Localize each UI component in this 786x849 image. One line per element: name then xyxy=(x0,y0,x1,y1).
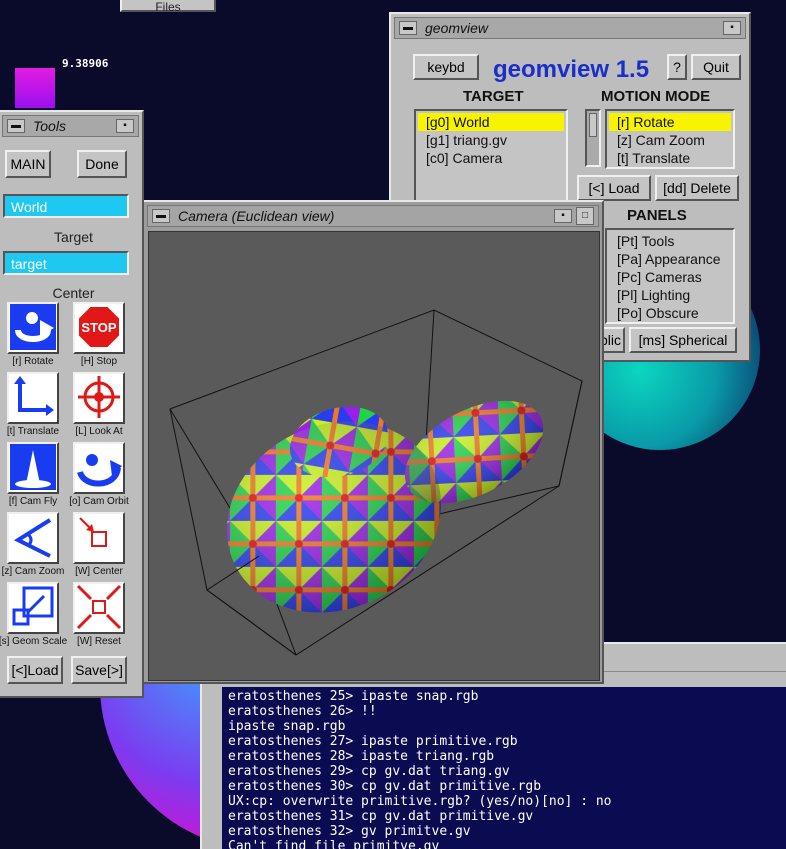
target-label: Target xyxy=(54,229,93,245)
main-button[interactable]: MAIN xyxy=(5,150,51,178)
motion-item-translate[interactable]: [t] Translate xyxy=(609,149,731,167)
icon-caption: [o] Cam Orbit xyxy=(69,496,129,507)
panels-list[interactable]: [Pt] Tools [Pa] Appearance [Pc] Cameras … xyxy=(605,228,735,324)
rotate-icon xyxy=(10,303,56,353)
terminal-line: eratosthenes 29> cp gv.dat triang.gv xyxy=(228,764,510,779)
target-item-world[interactable]: [g0] World xyxy=(418,113,564,131)
delete-button[interactable]: [dd] Delete xyxy=(655,175,739,201)
center-icon xyxy=(76,514,122,563)
icon-caption: [z] Cam Zoom xyxy=(1,566,65,577)
minimize-icon[interactable]: ▪ xyxy=(116,119,134,133)
target-item-camera[interactable]: [c0] Camera xyxy=(418,149,564,167)
terminal-line: eratosthenes 32> gv primitve.gv xyxy=(228,824,471,839)
geom-scale-button[interactable] xyxy=(7,582,59,634)
cam-fly-icon xyxy=(10,443,56,493)
maximize-icon[interactable]: □ xyxy=(576,207,594,225)
tools-titlebar[interactable]: ▬ Tools ▪ xyxy=(2,115,139,137)
geomview-titlebar[interactable]: ▬ geomview ▪ xyxy=(394,17,746,39)
motion-item-rotate[interactable]: [r] Rotate xyxy=(609,113,731,131)
motion-mode-list[interactable]: [r] Rotate [z] Cam Zoom [t] Translate xyxy=(605,109,735,169)
window-menu-icon[interactable]: ▬ xyxy=(152,209,170,223)
tools-window: ▬ Tools ▪ MAIN Done World Target target … xyxy=(0,110,144,698)
terminal-line: eratosthenes 27> ipaste primitive.rgb xyxy=(228,734,518,749)
terminal-line: eratosthenes 31> cp gv.dat primitive.gv xyxy=(228,809,534,824)
terminal-line: ipaste snap.rgb xyxy=(228,719,346,734)
terminal-line: eratosthenes 30> cp gv.dat primitive.rgb xyxy=(228,779,542,794)
icon-caption: [t] Translate xyxy=(6,426,60,437)
motion-mode-header: MOTION MODE xyxy=(601,88,711,105)
load-button[interactable]: [<] Load xyxy=(577,175,651,201)
window-menu-icon[interactable]: ▬ xyxy=(7,119,25,133)
target-list[interactable]: [g0] World [g1] triang.gv [c0] Camera xyxy=(414,109,568,202)
center-field[interactable]: World xyxy=(3,194,129,218)
target-header: TARGET xyxy=(463,88,524,105)
keybd-button[interactable]: keybd xyxy=(413,54,479,80)
icon-caption: [s] Geom Scale xyxy=(0,636,68,647)
icon-caption: [H] Stop xyxy=(80,356,118,367)
color-swatch xyxy=(15,68,55,108)
motion-scrollbar[interactable] xyxy=(585,109,601,167)
files-button[interactable]: Files xyxy=(120,0,216,14)
reset-button[interactable] xyxy=(73,582,125,634)
icon-caption: [W] Center xyxy=(75,566,123,577)
cam-zoom-button[interactable] xyxy=(7,512,59,564)
look-at-icon xyxy=(76,374,122,423)
panel-item-obscure[interactable]: [Po] Obscure xyxy=(609,304,731,322)
camera-titlebar[interactable]: ▬ Camera (Euclidean view) ▪ □ xyxy=(147,205,599,227)
geom-scale-icon xyxy=(10,584,56,633)
quit-button[interactable]: Quit xyxy=(691,54,741,80)
window-title: geomview xyxy=(425,20,489,36)
terminal-line: eratosthenes 28> ipaste triang.rgb xyxy=(228,749,495,764)
cam-orbit-button[interactable] xyxy=(73,442,125,494)
camera-window: ▬ Camera (Euclidean view) ▪ □ xyxy=(142,200,604,684)
stop-icon: STOP xyxy=(76,304,122,353)
icon-caption: [r] Rotate xyxy=(12,356,54,367)
look-at-button[interactable] xyxy=(73,372,125,424)
terminal-output[interactable]: eratosthenes 25> ipaste snap.rgb eratosth… xyxy=(222,687,786,849)
tools-load-button[interactable]: [<]Load xyxy=(7,656,63,684)
icon-caption: [L] Look At xyxy=(75,426,123,437)
terminal-line: eratosthenes 25> ipaste snap.rgb xyxy=(228,689,479,704)
panels-header: PANELS xyxy=(627,207,687,224)
cam-zoom-icon xyxy=(10,514,56,563)
stop-button[interactable]: STOP xyxy=(73,302,125,354)
app-title: geomview 1.5 xyxy=(493,56,650,83)
svg-text:STOP: STOP xyxy=(81,320,116,335)
spherical-button[interactable]: [ms] Spherical xyxy=(629,327,737,353)
terminal-line: UX:cp: overwrite primitive.rgb? (yes/no)… xyxy=(228,794,612,809)
panel-item-cameras[interactable]: [Pc] Cameras xyxy=(609,268,731,286)
help-button[interactable]: ? xyxy=(667,54,687,80)
3d-scene xyxy=(169,309,583,656)
tools-title: Tools xyxy=(33,118,66,134)
tools-save-button[interactable]: Save[>] xyxy=(71,656,127,684)
rotate-button[interactable] xyxy=(7,302,59,354)
minimize-icon[interactable]: ▪ xyxy=(723,21,741,35)
minimize-icon[interactable]: ▪ xyxy=(554,209,572,223)
tessellated-surface xyxy=(226,400,544,613)
translate-icon xyxy=(10,374,56,423)
cam-fly-button[interactable] xyxy=(7,442,59,494)
camera-viewport[interactable] xyxy=(148,231,600,681)
panel-item-appearance[interactable]: [Pa] Appearance xyxy=(609,250,731,268)
icon-caption: [W] Reset xyxy=(77,636,121,647)
translate-button[interactable] xyxy=(7,372,59,424)
terminal-line: Can't find file primitve.gv xyxy=(228,839,440,849)
target-field[interactable]: target xyxy=(3,251,129,275)
motion-item-cam-zoom[interactable]: [z] Cam Zoom xyxy=(609,131,731,149)
camera-title: Camera (Euclidean view) xyxy=(178,208,335,224)
target-item-triang[interactable]: [g1] triang.gv xyxy=(418,131,564,149)
terminal-line: eratosthenes 26> !! xyxy=(228,704,377,719)
done-button[interactable]: Done xyxy=(77,150,127,178)
color-value: 9.38906 xyxy=(62,57,109,70)
reset-icon xyxy=(76,584,122,633)
center-label: Center xyxy=(52,285,95,301)
center-button[interactable] xyxy=(73,512,125,564)
cam-orbit-icon xyxy=(76,444,122,493)
panel-item-tools[interactable]: [Pt] Tools xyxy=(609,232,731,250)
window-menu-icon[interactable]: ▬ xyxy=(399,21,417,35)
icon-caption: [f] Cam Fly xyxy=(8,496,58,507)
panel-item-lighting[interactable]: [Pl] Lighting xyxy=(609,286,731,304)
